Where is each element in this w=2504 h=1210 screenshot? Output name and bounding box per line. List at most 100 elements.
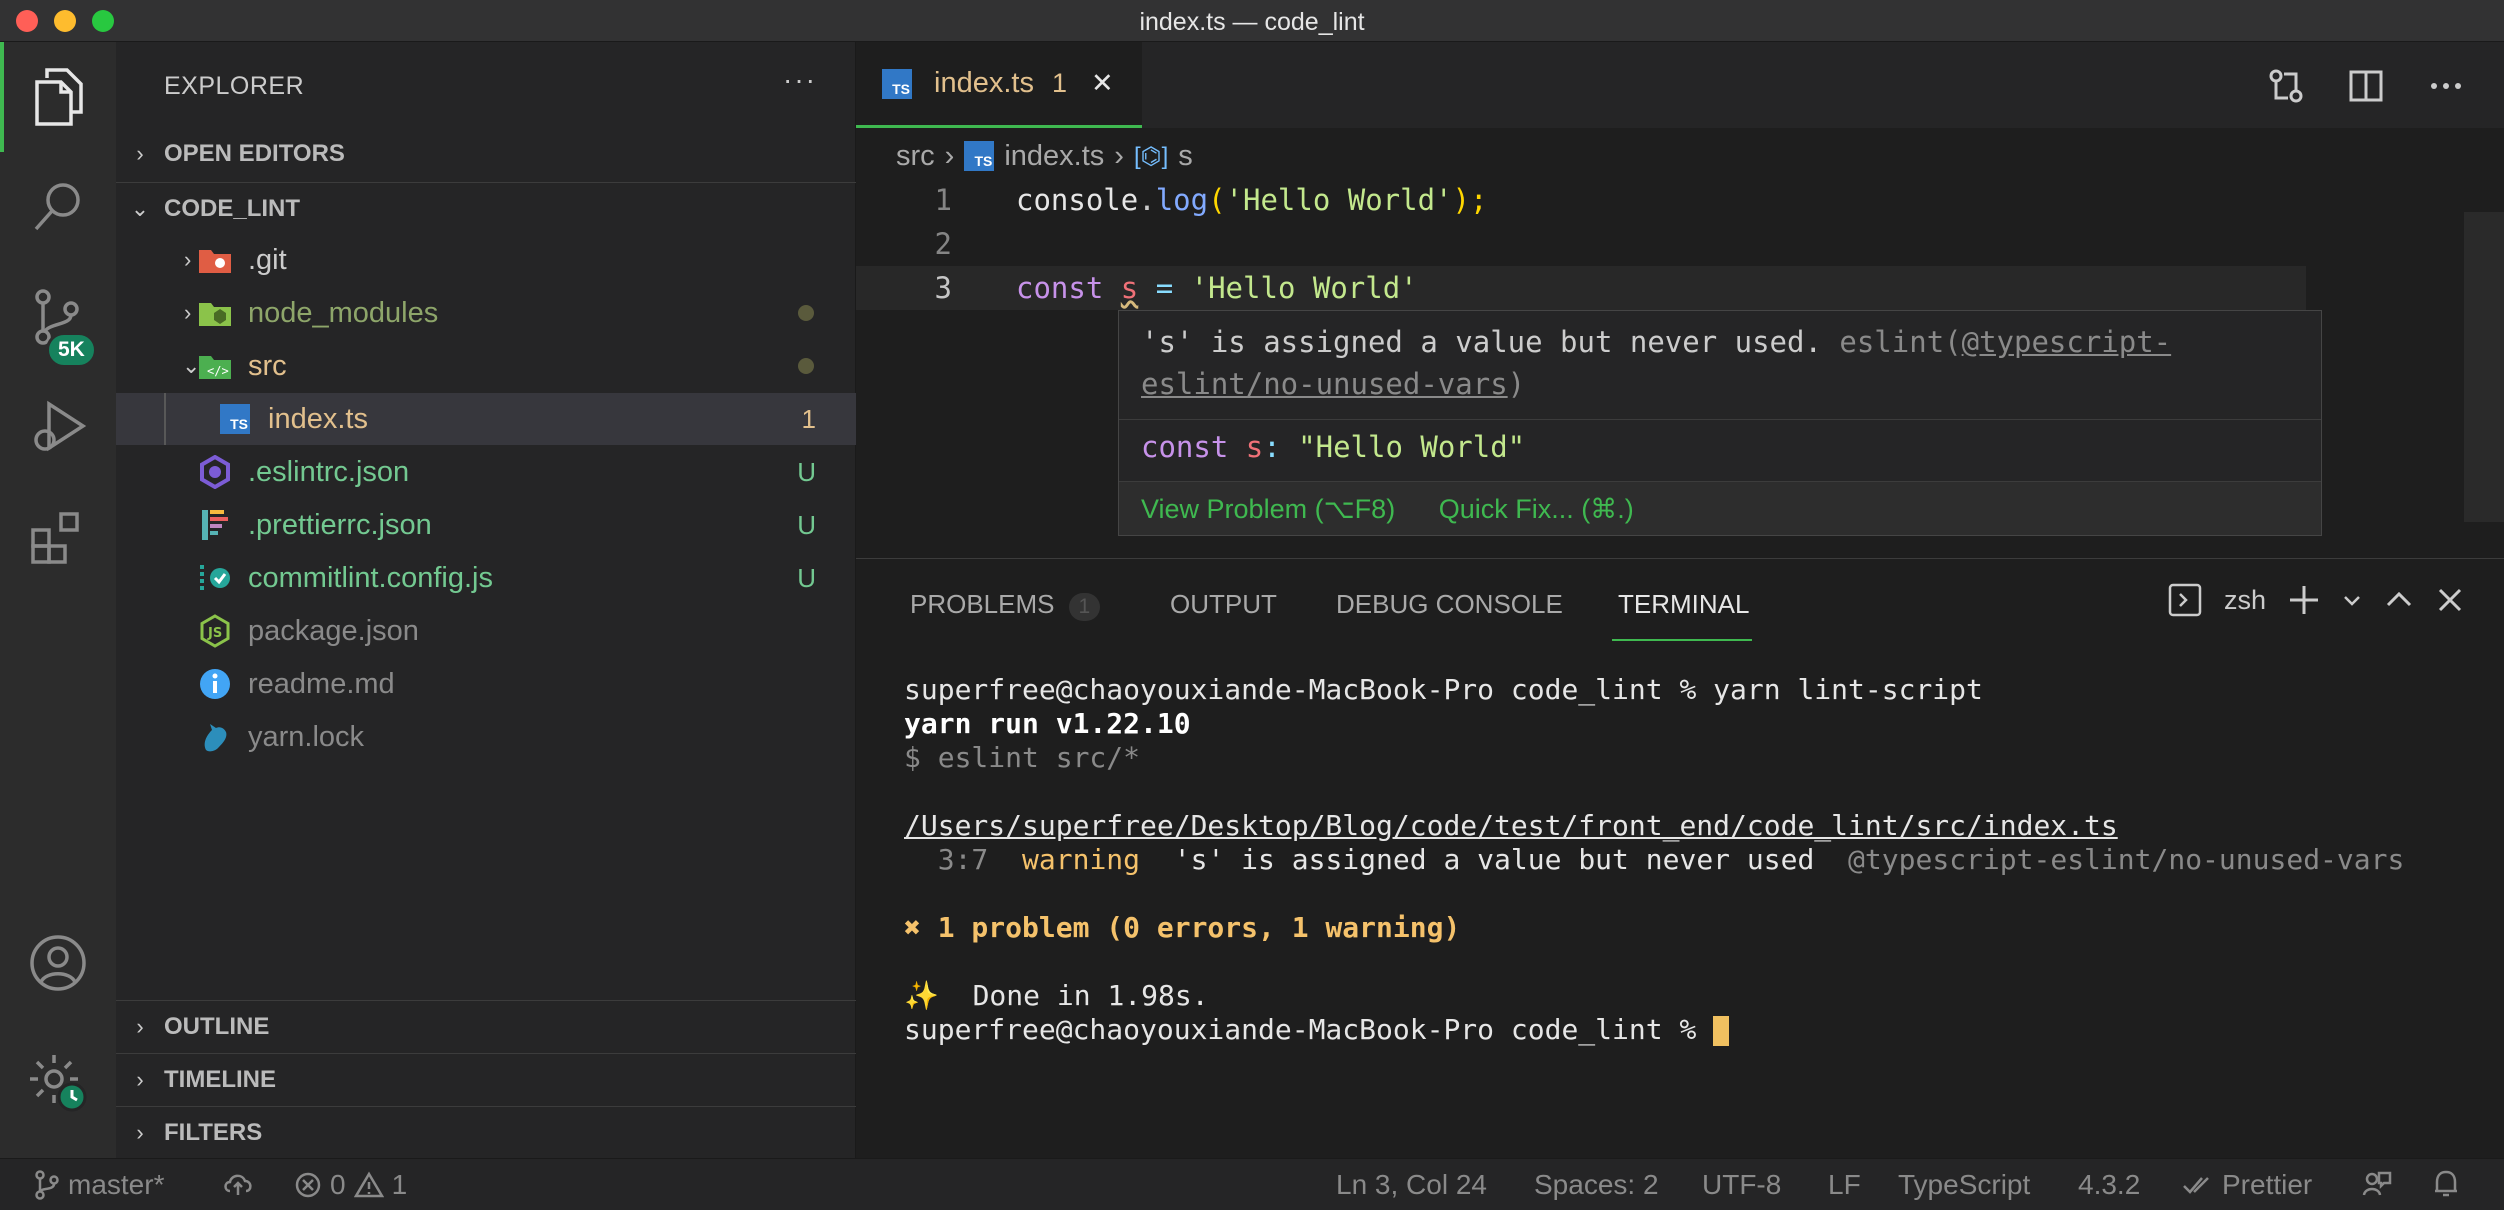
run-debug-icon[interactable] <box>0 372 116 482</box>
notifications-icon[interactable] <box>2432 1169 2460 1199</box>
project-section[interactable]: ⌄ CODE_LINT <box>116 182 856 234</box>
typescript-version[interactable]: 4.3.2 <box>2078 1169 2140 1201</box>
chevron-right-icon: › <box>136 1013 144 1039</box>
manage-icon[interactable] <box>0 1028 116 1138</box>
language-mode[interactable]: TypeScript <box>1898 1169 2030 1201</box>
tree-item-package-json[interactable]: JS package.json <box>116 605 856 657</box>
line-number: 1 <box>934 183 952 217</box>
end-of-line[interactable]: LF <box>1828 1169 1861 1201</box>
tree-item-yarn-lock[interactable]: yarn.lock <box>116 711 856 763</box>
shell-name[interactable]: zsh <box>2224 585 2266 616</box>
hover-signature: const s: "Hello World" <box>1119 419 2321 479</box>
tab-index-ts[interactable]: TS index.ts 1 ✕ <box>856 42 1142 128</box>
typescript-file-icon: TS <box>964 141 995 171</box>
code-line[interactable]: 2 <box>856 222 2306 266</box>
typescript-file-icon: TS <box>218 402 252 436</box>
search-icon[interactable] <box>0 152 116 262</box>
terminal-line: ✖ 1 problem (0 errors, 1 warning) <box>904 911 1461 944</box>
variable-symbol-icon: [⌬] <box>1133 142 1169 170</box>
git-folder-icon <box>198 243 232 277</box>
close-panel-icon[interactable] <box>2436 586 2464 614</box>
tree-item-name: src <box>248 349 287 382</box>
compare-changes-icon[interactable] <box>2268 68 2304 104</box>
terminal-line: superfree@chaoyouxiande-MacBook-Pro code… <box>904 1013 2484 1047</box>
filters-section[interactable]: › FILTERS <box>116 1106 856 1158</box>
maximize-panel-icon[interactable] <box>2384 585 2414 615</box>
terminal-output[interactable]: superfree@chaoyouxiande-MacBook-Pro code… <box>904 673 2484 1047</box>
breadcrumb-file[interactable]: index.ts <box>1004 140 1104 173</box>
more-actions-icon[interactable]: ··· <box>783 64 817 96</box>
cursor-position[interactable]: Ln 3, Col 24 <box>1336 1169 1487 1201</box>
filters-label: FILTERS <box>164 1118 263 1146</box>
tree-item-src[interactable]: ⌄ </> src <box>116 340 856 392</box>
tree-item-name: commitlint.config.js <box>248 561 493 594</box>
tab-problems[interactable]: PROBLEMS 1 <box>910 589 1101 621</box>
title-bar: index.ts — code_lint <box>0 0 2504 42</box>
terminal-line: yarn run v1.22.10 <box>904 707 1191 740</box>
tab-problem-count: 1 <box>1051 68 1067 98</box>
terminal-line: superfree@chaoyouxiande-MacBook-Pro code… <box>904 673 1983 706</box>
sync-status[interactable] <box>222 1169 254 1197</box>
explorer-icon[interactable] <box>0 42 116 152</box>
tree-item-name: readme.md <box>248 667 395 700</box>
problem-count: 1 <box>801 403 816 434</box>
encoding[interactable]: UTF-8 <box>1702 1169 1781 1201</box>
modified-dot <box>798 305 814 321</box>
breadcrumb-folder[interactable]: src <box>896 140 935 173</box>
activity-bar: 5K <box>0 42 116 1158</box>
code-line[interactable]: 1 console.log('Hello World'); <box>856 178 2306 222</box>
problems-status[interactable]: 0 1 <box>294 1169 407 1201</box>
double-check-icon <box>2183 1177 2209 1194</box>
hover-actions: View Problem (⌥F8) Quick Fix... (⌘.) <box>1119 481 2321 535</box>
code-line-current[interactable]: 3 const s = 'Hello World' <box>856 266 2306 310</box>
tree-item-readme[interactable]: readme.md <box>116 658 856 710</box>
tree-item-name: .eslintrc.json <box>248 455 410 488</box>
hover-message: 's' is assigned a value but never used. … <box>1141 325 2172 401</box>
tree-item-name: yarn.lock <box>248 720 365 753</box>
tree-item-name: package.json <box>248 614 419 647</box>
editor-actions <box>2268 68 2464 104</box>
breadcrumb: src › TS index.ts › [⌬] s <box>896 136 1193 176</box>
tab-label: index.ts <box>934 67 1034 99</box>
chevron-down-icon[interactable] <box>2342 590 2362 610</box>
git-branch-icon <box>35 1170 59 1200</box>
node-folder-icon <box>198 296 232 330</box>
tree-item-commitlint[interactable]: commitlint.config.js U <box>116 552 856 604</box>
tree-item-git[interactable]: › .git <box>116 234 856 286</box>
extensions-icon[interactable] <box>0 482 116 592</box>
window-title: index.ts — code_lint <box>1139 8 1365 36</box>
nodejs-file-icon: JS <box>198 614 232 648</box>
editor-tabs: TS index.ts 1 ✕ <box>856 42 2504 128</box>
tab-terminal[interactable]: TERMINAL <box>1618 589 1749 620</box>
prettier-status[interactable]: Prettier <box>2182 1169 2312 1201</box>
terminal-line: 3:7 warning 's' is assigned a value but … <box>904 843 2405 876</box>
indentation[interactable]: Spaces: 2 <box>1534 1169 1659 1201</box>
breadcrumb-symbol[interactable]: s <box>1178 140 1193 173</box>
outline-section[interactable]: › OUTLINE <box>116 1000 856 1052</box>
timeline-section[interactable]: › TIMELINE <box>116 1053 856 1105</box>
chevron-right-icon: › <box>136 1119 144 1145</box>
minimap[interactable] <box>2464 212 2504 522</box>
split-editor-icon[interactable] <box>2348 68 2384 104</box>
terminal-line: /Users/superfree/Desktop/Blog/code/test/… <box>904 809 2118 842</box>
tree-item-eslintrc[interactable]: .eslintrc.json U <box>116 446 856 498</box>
source-control-icon[interactable]: 5K <box>0 262 116 372</box>
tree-item-index-ts[interactable]: TS index.ts 1 <box>116 393 856 445</box>
view-problem-link[interactable]: View Problem (⌥F8) <box>1141 494 1395 524</box>
add-terminal-icon[interactable] <box>2288 584 2320 616</box>
feedback-icon[interactable] <box>2362 1169 2392 1199</box>
more-actions-icon[interactable] <box>2428 68 2464 104</box>
project-label: CODE_LINT <box>164 194 301 222</box>
unused-variable: s <box>1120 271 1139 305</box>
quick-fix-link[interactable]: Quick Fix... (⌘.) <box>1439 494 1634 524</box>
svg-text:JS: JS <box>207 626 222 641</box>
tab-output[interactable]: OUTPUT <box>1170 589 1277 620</box>
line-number: 2 <box>934 227 952 261</box>
tree-item-node-modules[interactable]: › node_modules <box>116 287 856 339</box>
branch-status[interactable]: master* <box>34 1169 164 1201</box>
close-tab-icon[interactable]: ✕ <box>1091 68 1114 99</box>
tab-debug-console[interactable]: DEBUG CONSOLE <box>1336 589 1563 620</box>
open-editors-section[interactable]: › OPEN EDITORS <box>116 128 856 180</box>
account-icon[interactable] <box>0 908 116 1018</box>
tree-item-prettierrc[interactable]: .prettierrc.json U <box>116 499 856 551</box>
